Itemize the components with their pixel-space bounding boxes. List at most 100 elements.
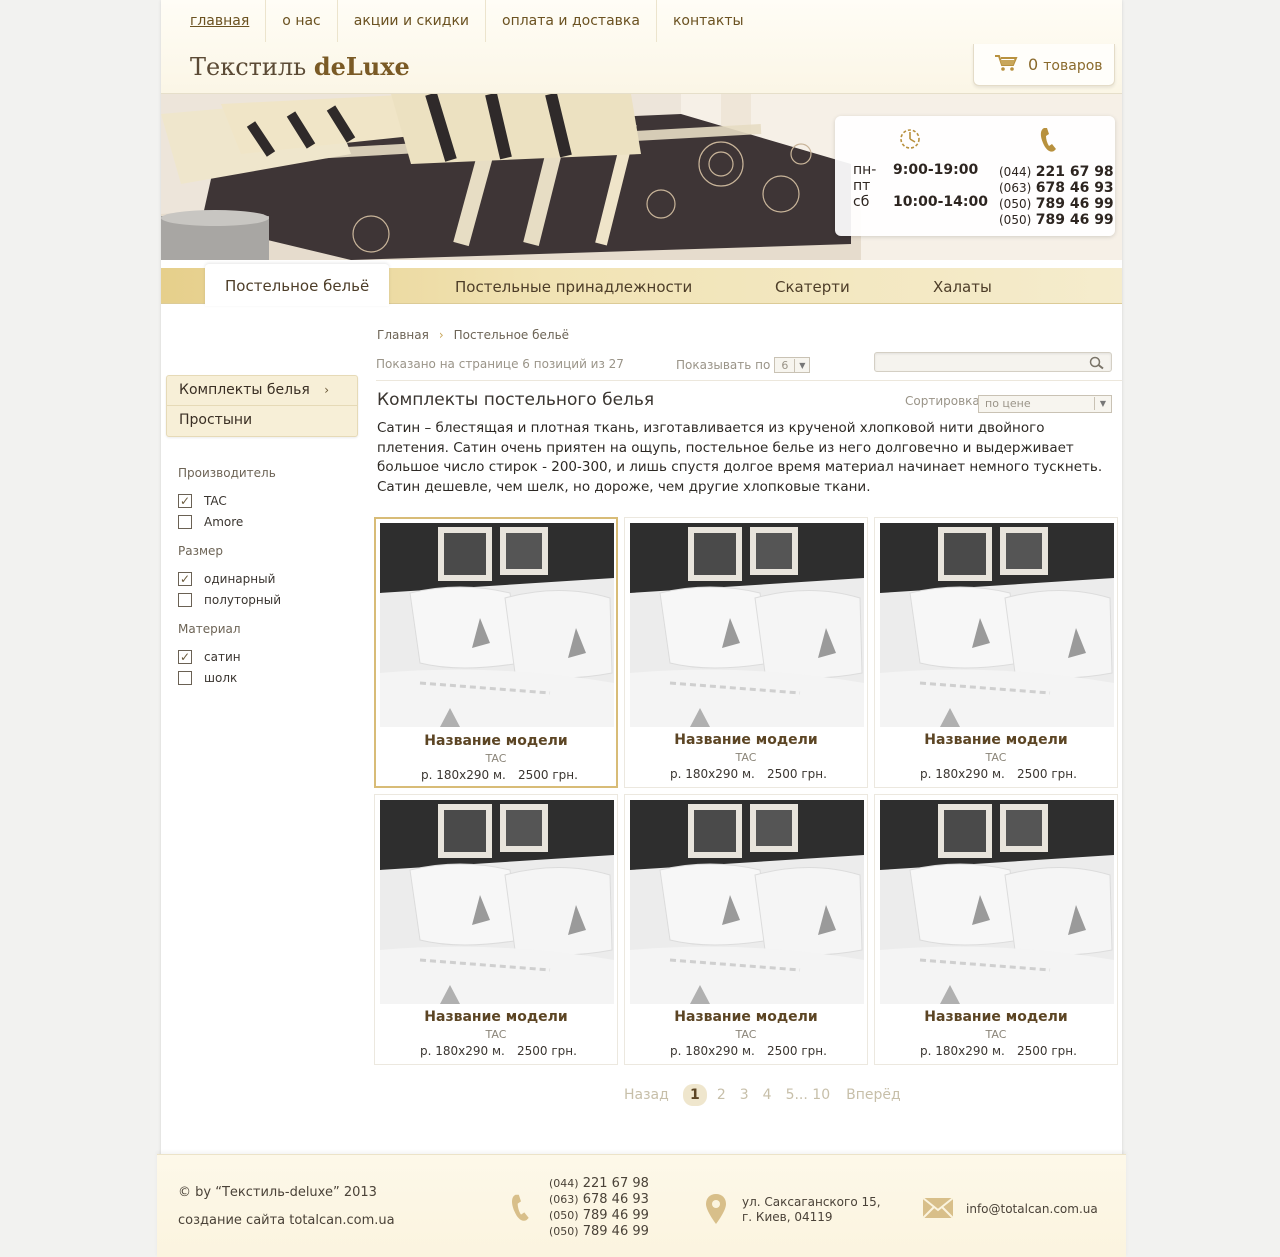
category-description: Сатин – блестящая и плотная ткань, изгот… — [377, 420, 1103, 495]
address-line: г. Киев, 04119 — [742, 1210, 833, 1224]
nav-payment-delivery[interactable]: оплата и доставка — [486, 0, 657, 42]
nav-home[interactable]: главная — [161, 0, 267, 42]
checkbox[interactable] — [178, 493, 192, 508]
logo[interactable]: Текстиль deLuxe — [190, 52, 410, 81]
checkbox[interactable] — [178, 649, 192, 664]
pager-page[interactable]: 2 — [717, 1087, 726, 1103]
product-card[interactable]: Название модели TAC р. 180x290 м. 2500 грн. — [374, 794, 618, 1065]
filters: Производитель TAC Amore Размер одинарный… — [178, 466, 358, 700]
product-card[interactable]: Название модели TAC р. 180x290 м. 2500 грн. — [874, 794, 1118, 1065]
pager-next[interactable]: Вперёд — [846, 1087, 901, 1103]
phone-code: (063) — [999, 181, 1032, 195]
pager-page[interactable]: 4 — [763, 1087, 772, 1103]
filter-option-label: шолк — [204, 670, 238, 685]
contacts-box: пн-пт 9:00-19:00 сб 10:00-14:00 (044) 221 … — [835, 116, 1115, 236]
product-image[interactable] — [630, 800, 864, 1004]
product-name[interactable]: Название модели — [375, 1009, 617, 1025]
filter-option[interactable]: TAC — [178, 490, 358, 511]
filter-option-label: Amore — [204, 514, 244, 529]
filter-option[interactable]: Amore — [178, 511, 358, 532]
cart-button[interactable]: 0 товаров — [973, 44, 1115, 86]
pager-prev[interactable]: Назад — [624, 1087, 669, 1103]
tab-bed-linen[interactable]: Постельное бельё — [205, 264, 390, 306]
product-image[interactable] — [380, 523, 614, 727]
footer-email[interactable]: info@totalcan.com.ua — [966, 1202, 1098, 1216]
search-input[interactable] — [875, 356, 1075, 374]
filter-option-label: полуторный — [204, 592, 282, 607]
page-title: Комплекты постельного белья — [377, 390, 655, 410]
map-pin-icon — [705, 1193, 727, 1229]
hours-days: сб — [853, 194, 870, 210]
product-name[interactable]: Название модели — [875, 1009, 1117, 1025]
product-card[interactable]: Название модели TAC р. 180x290 м. 2500 грн. — [374, 517, 618, 788]
filter-title: Производитель — [178, 466, 276, 480]
per-page-value: 6 — [775, 358, 796, 372]
filter-option[interactable]: шолк — [178, 667, 358, 688]
product-name[interactable]: Название модели — [625, 1009, 867, 1025]
nav-contacts[interactable]: контакты — [657, 0, 760, 42]
checkbox[interactable] — [178, 592, 192, 607]
address-line: ул. Саксаганского 15, — [742, 1195, 881, 1209]
product-size: р. 180x290 м. — [421, 768, 506, 782]
product-card[interactable]: Название модели TAC р. 180x290 м. 2500 грн. — [874, 517, 1118, 788]
phone-line[interactable]: (044) 221 67 98 — [549, 1176, 649, 1192]
tab-bathrobes[interactable]: Халаты — [933, 268, 992, 304]
per-page-label: Показывать по — [676, 358, 771, 372]
hours-days: пн-пт — [853, 162, 877, 194]
header-phones: (044) 221 67 98 (063) 678 46 93 (050) 78… — [999, 164, 1114, 228]
product-price: 2500 грн. — [517, 1044, 577, 1058]
checkbox[interactable] — [178, 670, 192, 685]
phone-line[interactable]: (050) 789 46 99 — [549, 1208, 649, 1224]
phone-number: 789 46 99 — [1035, 212, 1114, 228]
search-icon[interactable] — [1089, 355, 1105, 374]
product-name[interactable]: Название модели — [376, 733, 616, 749]
phone-line[interactable]: (050) 789 46 99 — [999, 212, 1114, 228]
tab-bedding-accessories[interactable]: Постельные принадлежности — [455, 268, 692, 304]
pager-page[interactable]: 5... 10 — [786, 1087, 831, 1103]
product-price: 2500 грн. — [518, 768, 578, 782]
hours-row: сб 10:00-14:00 — [853, 194, 988, 210]
sort-label: Сортировка — [905, 394, 980, 408]
footer-address: ул. Саксаганского 15, г. Киев, 04119 — [742, 1195, 881, 1225]
product-card[interactable]: Название модели TAC р. 180x290 м. 2500 грн. — [624, 794, 868, 1065]
product-image[interactable] — [880, 523, 1114, 727]
phone-code: (050) — [999, 197, 1032, 211]
filter-option[interactable]: одинарный — [178, 568, 358, 589]
checkbox[interactable] — [178, 514, 192, 529]
checkbox[interactable] — [178, 571, 192, 586]
product-image[interactable] — [380, 800, 614, 1004]
product-brand: TAC — [735, 1028, 757, 1041]
product-image[interactable] — [880, 800, 1114, 1004]
phone-number: 221 67 98 — [1035, 164, 1114, 180]
product-price: 2500 грн. — [1017, 767, 1077, 781]
sidebar-item-bedding-sets[interactable]: Комплекты белья › — [167, 376, 357, 406]
per-page-select[interactable]: 6 ▼ — [774, 357, 811, 373]
breadcrumb: Главная › Постельное бельё — [377, 328, 569, 342]
tab-tablecloths[interactable]: Скатерти — [775, 268, 850, 304]
product-image[interactable] — [630, 523, 864, 727]
filter-option[interactable]: полуторный — [178, 589, 358, 610]
product-brand: TAC — [985, 1028, 1007, 1041]
sort-select[interactable]: по цене ▼ — [978, 394, 1112, 413]
product-card[interactable]: Название модели TAC р. 180x290 м. 2500 грн. — [624, 517, 868, 788]
breadcrumb-home[interactable]: Главная — [377, 328, 429, 342]
footer-phones: (044) 221 67 98 (063) 678 46 93 (050) 78… — [549, 1176, 649, 1240]
phone-line[interactable]: (044) 221 67 98 — [999, 164, 1114, 180]
product-name[interactable]: Название модели — [625, 732, 867, 748]
pager-page-current[interactable]: 1 — [682, 1084, 707, 1106]
phone-line[interactable]: (050) 789 46 99 — [549, 1224, 649, 1240]
phone-line[interactable]: (063) 678 46 93 — [549, 1192, 649, 1208]
nav-promotions[interactable]: акции и скидки — [338, 0, 486, 42]
phone-number: 221 67 98 — [582, 1176, 649, 1191]
phone-line[interactable]: (063) 678 46 93 — [999, 180, 1114, 196]
made-by-link[interactable]: создание сайта totalcan.com.ua — [178, 1213, 395, 1228]
product-name[interactable]: Название модели — [875, 732, 1117, 748]
pager-page[interactable]: 3 — [740, 1087, 749, 1103]
sidebar-item-sheets[interactable]: Простыни — [167, 406, 357, 436]
clock-icon — [897, 126, 923, 156]
product-size: р. 180x290 м. — [670, 767, 755, 781]
phone-line[interactable]: (050) 789 46 99 — [999, 196, 1114, 212]
nav-about[interactable]: о нас — [266, 0, 338, 42]
filter-option[interactable]: сатин — [178, 646, 358, 667]
footer: © by “Текстиль-deluxe” 2013 создание сай… — [157, 1154, 1126, 1257]
